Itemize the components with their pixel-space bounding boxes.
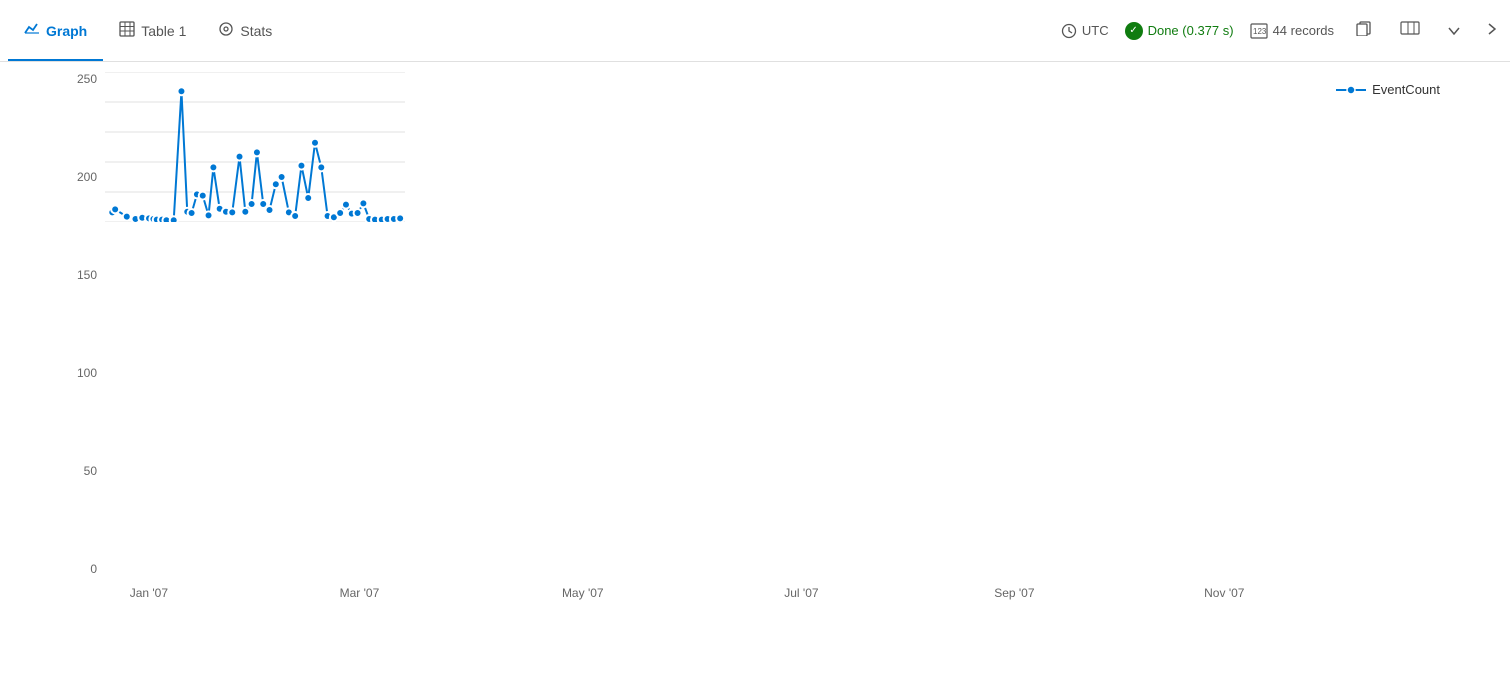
check-circle-icon: ✓	[1125, 22, 1143, 40]
graph-icon	[24, 21, 40, 40]
y-label-50: 50	[55, 464, 105, 478]
tab-table[interactable]: Table 1	[103, 0, 202, 61]
x-label-mar: Mar '07	[340, 586, 380, 600]
y-label-250: 250	[55, 72, 105, 86]
timezone-label: UTC	[1082, 23, 1109, 38]
tab-table-label: Table 1	[141, 23, 186, 39]
y-label-150: 150	[55, 268, 105, 282]
y-label-200: 200	[55, 170, 105, 184]
status-done-indicator: ✓ Done (0.377 s)	[1125, 22, 1234, 40]
x-label-jul: Jul '07	[784, 586, 818, 600]
chart-area: 250 200 150 100 50 0 EventCount Jan '07 …	[0, 62, 1510, 676]
records-icon: 123	[1250, 23, 1268, 39]
tab-stats[interactable]: Stats	[202, 0, 288, 61]
chart-legend: EventCount	[1336, 82, 1440, 97]
chart-inner: 250 200 150 100 50 0 EventCount Jan '07 …	[55, 72, 1450, 626]
chevron-down-button[interactable]	[1442, 18, 1466, 44]
y-axis: 250 200 150 100 50 0	[55, 72, 105, 576]
chevron-right-button[interactable]	[1482, 18, 1502, 44]
columns-button[interactable]	[1394, 17, 1426, 44]
records-indicator: 123 44 records	[1250, 23, 1334, 39]
tab-graph-label: Graph	[46, 23, 87, 39]
legend-label: EventCount	[1372, 82, 1440, 97]
stats-icon	[218, 21, 234, 40]
legend-line-icon	[1336, 84, 1366, 96]
toolbar: Graph Table 1 Stats	[0, 0, 1510, 62]
status-done-label: Done (0.377 s)	[1148, 23, 1234, 38]
line-chart	[105, 72, 405, 222]
copy-button[interactable]	[1350, 16, 1378, 45]
table-icon	[119, 21, 135, 40]
x-label-jan: Jan '07	[130, 586, 168, 600]
clock-icon	[1061, 23, 1077, 39]
toolbar-right: UTC ✓ Done (0.377 s) 123 44 records	[1061, 16, 1502, 45]
tab-stats-label: Stats	[240, 23, 272, 39]
x-label-sep: Sep '07	[994, 586, 1034, 600]
tab-graph[interactable]: Graph	[8, 0, 103, 61]
timezone-indicator: UTC	[1061, 23, 1109, 39]
y-label-0: 0	[55, 562, 105, 576]
svg-text:123: 123	[1253, 27, 1267, 36]
x-label-may: May '07	[562, 586, 604, 600]
y-label-100: 100	[55, 366, 105, 380]
records-label: 44 records	[1273, 23, 1334, 38]
x-label-nov: Nov '07	[1204, 586, 1244, 600]
x-axis: Jan '07 Mar '07 May '07 Jul '07 Sep '07 …	[105, 586, 1340, 626]
